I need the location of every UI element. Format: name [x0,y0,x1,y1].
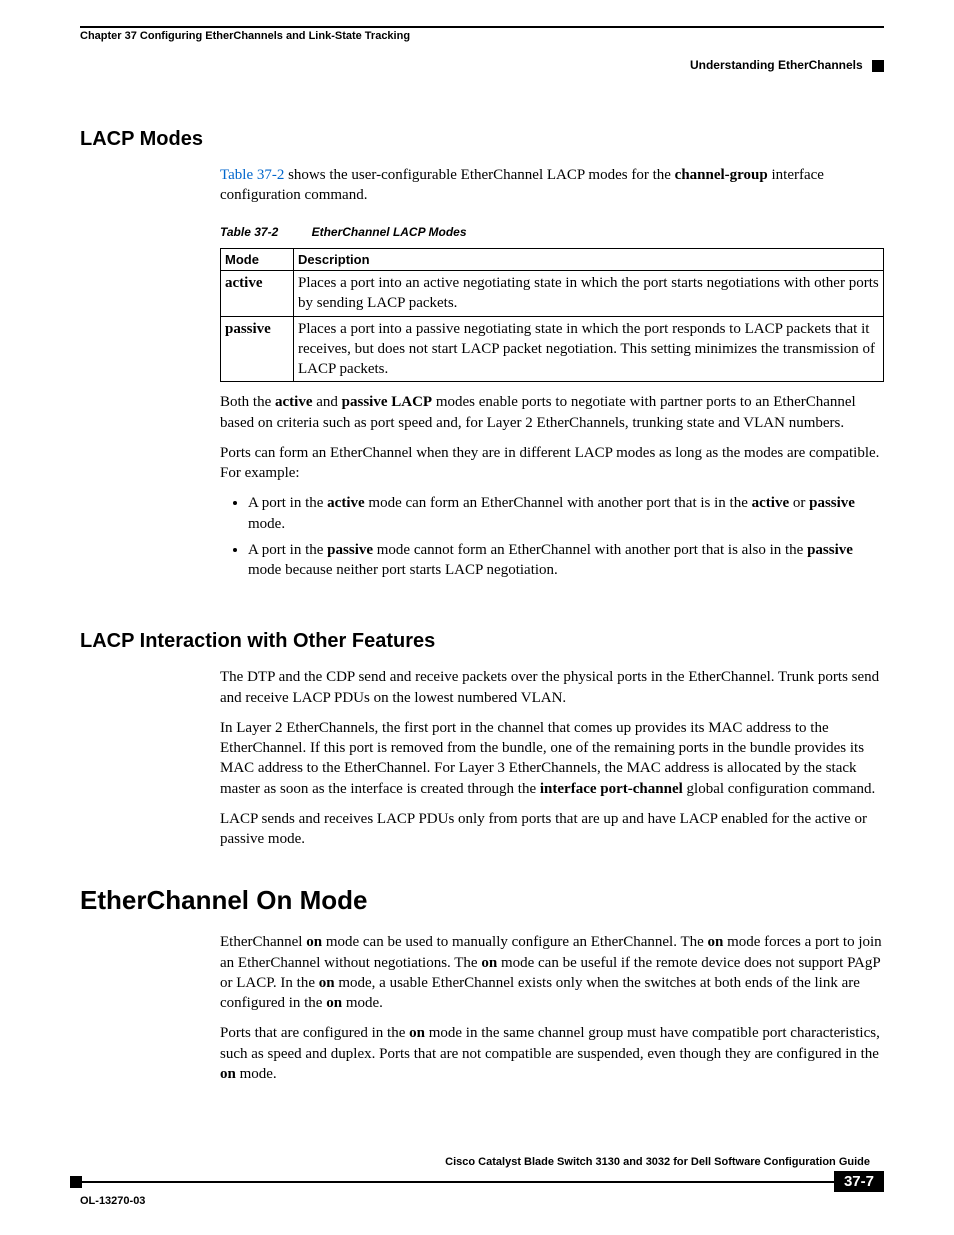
table-row: active Places a port into an active nego… [221,271,884,317]
header-marker-icon [872,60,884,72]
body-text: In Layer 2 EtherChannels, the first port… [220,718,884,799]
desc-cell: Places a port into a passive negotiating… [294,316,884,382]
table-row: passive Places a port into a passive neg… [221,316,884,382]
body-text: LACP sends and receives LACP PDUs only f… [220,809,884,850]
list-item: A port in the passive mode cannot form a… [248,540,884,581]
lacp-modes-table: Mode Description active Places a port in… [220,248,884,383]
heading-lacp-modes: LACP Modes [80,128,884,151]
bullet-list: A port in the active mode can form an Et… [220,493,884,580]
body-text: The DTP and the CDP send and receive pac… [220,667,884,708]
table-caption: Table 37-2 EtherChannel LACP Modes [220,224,884,240]
table-header-mode: Mode [221,248,294,271]
table-header-description: Description [294,248,884,271]
intro-paragraph: Table 37-2 shows the user-configurable E… [220,165,884,206]
heading-lacp-interaction: LACP Interaction with Other Features [80,630,884,653]
page-number: 37-7 [834,1171,884,1192]
body-text: Ports can form an EtherChannel when they… [220,443,884,484]
page-header: Chapter 37 Configuring EtherChannels and… [70,30,884,78]
chapter-label: Chapter 37 Configuring EtherChannels and… [80,30,884,42]
footer-guide-title: Cisco Catalyst Blade Switch 3130 and 303… [70,1156,884,1168]
section-label: Understanding EtherChannels [690,58,863,72]
body-text: Ports that are configured in the on mode… [220,1023,884,1084]
list-item: A port in the active mode can form an Et… [248,493,884,534]
mode-cell: passive [221,316,294,382]
heading-etherchannel-on-mode: EtherChannel On Mode [80,885,884,916]
body-text: EtherChannel on mode can be used to manu… [220,932,884,1013]
footer-marker-icon [70,1176,82,1188]
body-text: Both the active and passive LACP modes e… [220,392,884,433]
table-reference-link[interactable]: Table 37-2 [220,167,284,183]
page-footer: Cisco Catalyst Blade Switch 3130 and 303… [70,1156,884,1207]
desc-cell: Places a port into an active negotiating… [294,271,884,317]
mode-cell: active [221,271,294,317]
document-id: OL-13270-03 [80,1195,884,1207]
